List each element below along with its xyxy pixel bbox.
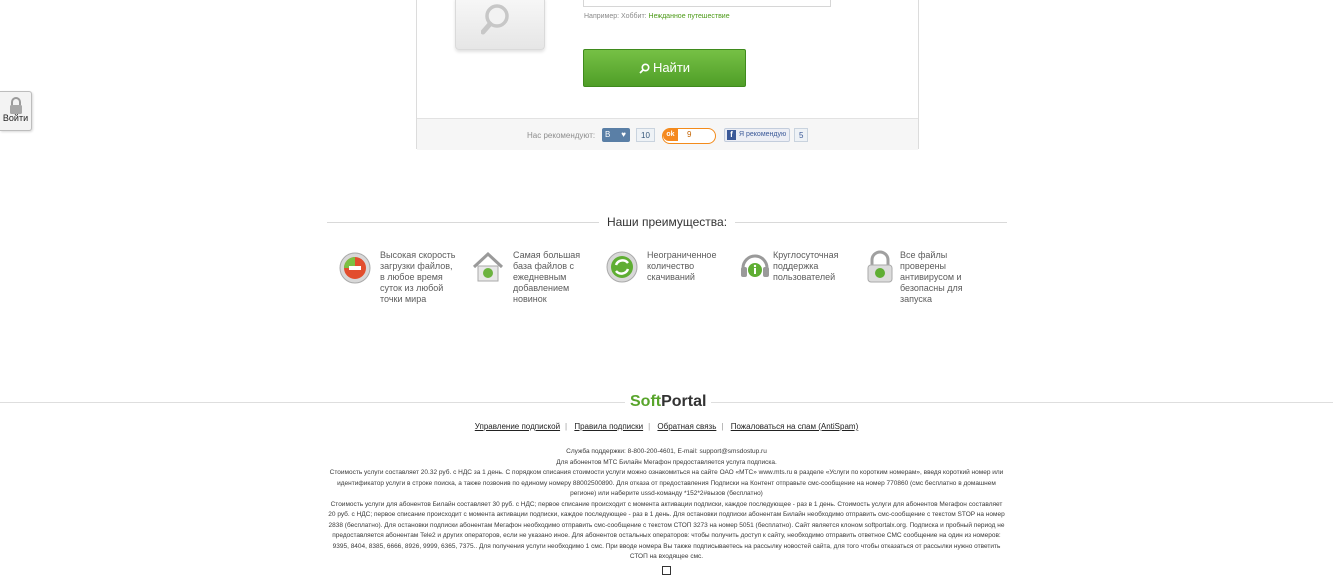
heart-icon: ♥ (621, 130, 626, 139)
mts-terms: Стоимость услуги составляет 20.32 руб. с… (329, 469, 1004, 497)
feedback-link[interactable]: Обратная связь (657, 422, 716, 431)
operators-line: Для абонентов МТС Билайн Мегафон предост… (556, 458, 777, 466)
manage-subscription-link[interactable]: Управление подпиской (475, 422, 560, 431)
search-example: Например: Хоббит: Нежданное путешествие (584, 13, 730, 20)
refresh-icon (606, 251, 638, 283)
beeline-megafon-terms: Стоимость услуги для абонентов Билайн со… (328, 500, 1005, 561)
find-button[interactable]: Найти (583, 49, 746, 87)
fb-count: 5 (794, 128, 809, 142)
login-button[interactable]: Войти (0, 91, 32, 131)
advantage-text: Высокая скорость загрузки файлов, в любо… (380, 250, 456, 304)
find-label: Найти (652, 60, 691, 75)
vk-count: 10 (636, 128, 655, 142)
footer-links: Управление подпиской | Правила подписки | … (474, 422, 859, 431)
ok-count: 9 (687, 130, 692, 139)
advantage-text: Неограниченное количество скачиваний (647, 250, 717, 282)
search-input[interactable] (583, 0, 831, 7)
advantage-text: Самая большая база файлов с ежедневным д… (513, 250, 581, 304)
recommend-label: Нас рекомендуют: (527, 131, 596, 140)
search-panel: Например: Хоббит: Нежданное путешествие … (416, 0, 919, 150)
lock-icon (867, 250, 893, 283)
odnoklassniki-icon: ok (663, 129, 678, 141)
advantage-text: Все файлы проверены антивирусом и безопа… (900, 250, 963, 304)
vk-like-button[interactable]: В ♥ (602, 128, 630, 142)
support-line: Служба поддержки: 8-800-200-4601, E-mail… (566, 448, 767, 455)
support-icon (741, 254, 769, 277)
subscription-rules-link[interactable]: Правила подписки (574, 422, 643, 431)
advantage-text: Круглосуточная поддержка пользователей (773, 250, 839, 282)
facebook-recommend-button[interactable]: f Я рекомендую (724, 128, 790, 142)
home-icon (472, 251, 504, 282)
checkbox[interactable] (662, 566, 671, 575)
facebook-icon: f (727, 130, 736, 140)
advantages-title: Наши преимущества: (598, 215, 736, 229)
recommend-bar: Нас рекомендуют: В ♥ 10 ok 9 f Я рекомен… (417, 118, 918, 150)
ok-share-button[interactable]: ok 9 (662, 128, 716, 144)
footer-logo: SoftPortal (625, 393, 712, 411)
search-icon (639, 63, 650, 74)
legal-text: Служба поддержки: 8-800-200-4601, E-mail… (328, 447, 1005, 563)
speed-icon (339, 252, 371, 284)
login-label: Войти (2, 113, 29, 123)
advantages-header: Наши преимущества: (327, 215, 1007, 231)
report-spam-link[interactable]: Пожаловаться на спам (AntiSpam) (731, 422, 859, 431)
search-document-icon (455, 0, 545, 50)
example-link[interactable]: Нежданное путешествие (649, 13, 730, 20)
